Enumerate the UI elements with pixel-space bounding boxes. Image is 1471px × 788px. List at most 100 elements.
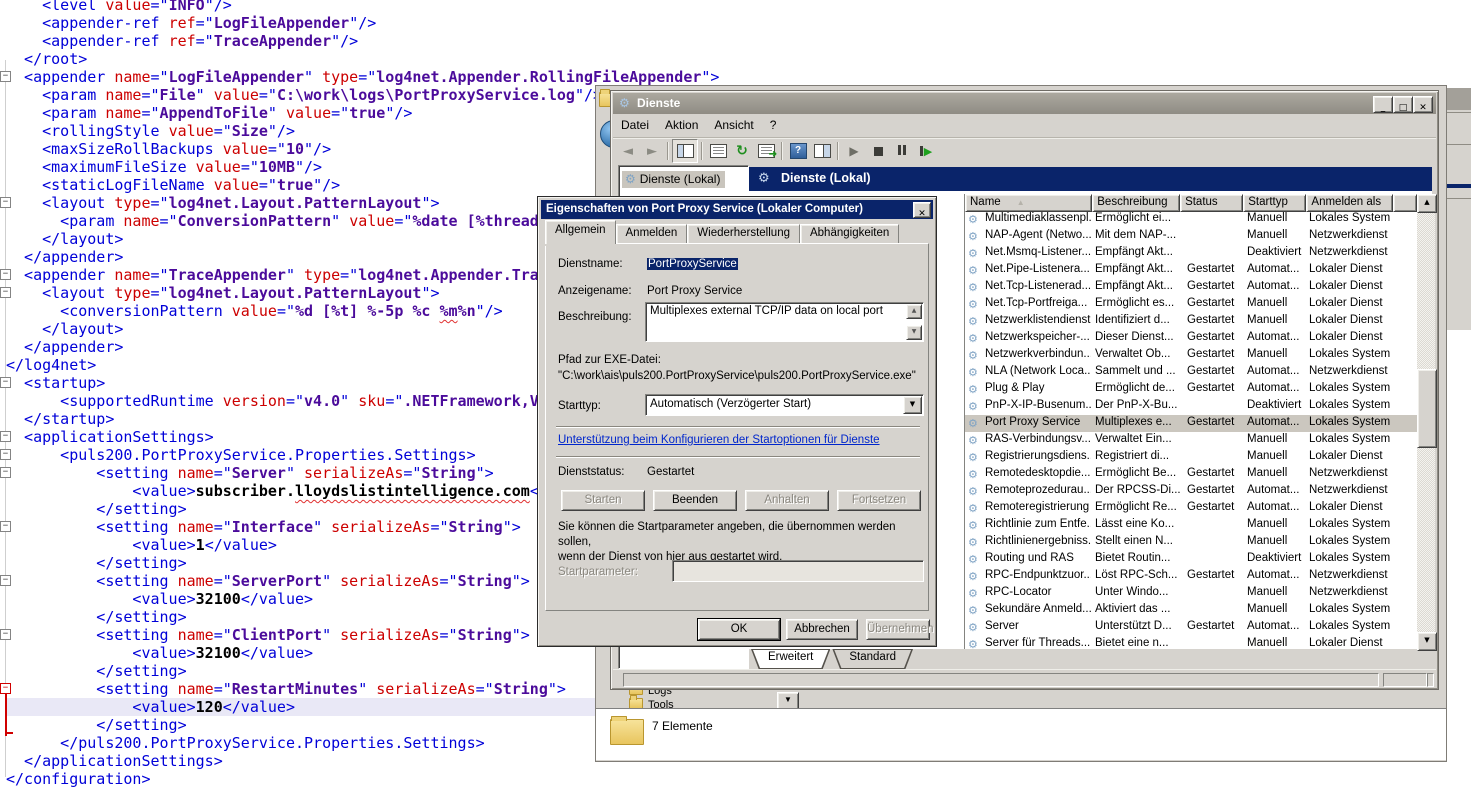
service-row[interactable]: ⚙Net.Tcp-Listenerad...Empfängt Akt...Ges… <box>965 279 1417 296</box>
menu-item-help[interactable]: ? <box>762 114 785 132</box>
service-row[interactable]: ⚙Net.Tcp-Portfreiga...Ermöglicht es...Ge… <box>965 296 1417 313</box>
fold-collapse-icon-changed[interactable]: − <box>0 683 11 694</box>
cell-start: Automat... <box>1247 569 1305 581</box>
view-tab-standard[interactable]: Standard <box>832 649 913 670</box>
forward-icon[interactable]: ► <box>640 140 664 162</box>
help-icon[interactable]: ? <box>786 140 810 162</box>
service-row[interactable]: ⚙PnP-X-IP-Busenum...Der PnP-X-Bu...Deakt… <box>965 398 1417 415</box>
scroll-down-button[interactable]: ▼ <box>1417 632 1437 651</box>
service-row[interactable]: ⚙Richtlinie zum Entfe...Lässt eine Ko...… <box>965 517 1417 534</box>
column-header-starttyp[interactable]: Starttyp <box>1243 194 1306 212</box>
service-row-selected[interactable]: ⚙Port Proxy ServiceMultiplexes e...Gesta… <box>965 415 1417 432</box>
start-service-icon[interactable]: ▶ <box>842 140 866 162</box>
service-row[interactable]: ⚙RPC-Endpunktzuor...Löst RPC-Sch...Gesta… <box>965 568 1417 585</box>
code-line: <puls200.PortProxyService.Properties.Set… <box>6 446 476 464</box>
dialog-titlebar[interactable]: Eigenschaften von Port Proxy Service (Lo… <box>541 200 933 219</box>
service-row[interactable]: ⚙RPC-LocatorUnter Windo...ManuellNetzwer… <box>965 585 1417 602</box>
scroll-down-button[interactable]: ▼ <box>906 325 922 340</box>
menu-item-aktion[interactable]: Aktion <box>657 114 706 132</box>
service-row[interactable]: ⚙Remotedesktopdie...Ermöglicht Be...Gest… <box>965 466 1417 483</box>
startup-type-select[interactable]: Automatisch (Verzögerter Start) ▼ <box>645 394 924 416</box>
fold-collapse-icon[interactable]: − <box>0 449 11 460</box>
service-row[interactable]: ⚙Multimediaklassenpl...Ermöglicht ei...M… <box>965 211 1417 228</box>
service-name-value[interactable]: PortProxyService <box>647 258 738 270</box>
view-tab-label: Erweitert <box>752 650 829 668</box>
stop-service-button[interactable]: Beenden <box>653 490 737 511</box>
export-list-icon[interactable]: ➜ <box>754 140 778 162</box>
close-button[interactable]: ✕ <box>1413 96 1433 113</box>
fold-collapse-icon[interactable]: − <box>0 575 11 586</box>
service-row[interactable]: ⚙NetzwerklistendienstIdentifiziert d...G… <box>965 313 1417 330</box>
service-row[interactable]: ⚙NAP-Agent (Netwo...Mit dem NAP-...Manue… <box>965 228 1417 245</box>
cell-logon: Netzwerkdienst <box>1309 467 1414 479</box>
fold-collapse-icon[interactable]: − <box>0 521 11 532</box>
dialog-tab-wiederherstellung[interactable]: Wiederherstellung <box>687 224 800 244</box>
view-tab-erweitert[interactable]: Erweitert <box>751 649 830 670</box>
service-row[interactable]: ⚙Netzwerkverbindun...Verwaltet Ob...Gest… <box>965 347 1417 364</box>
service-row[interactable]: ⚙Net.Msmq-Listener...Empfängt Akt...Deak… <box>965 245 1417 262</box>
minimize-button[interactable]: _ <box>1373 96 1393 113</box>
dialog-tab-abhängigkeiten[interactable]: Abhängigkeiten <box>800 224 899 244</box>
vertical-scrollbar[interactable]: ▲ ▼ <box>1417 194 1435 649</box>
column-header-beschreibung[interactable]: Beschreibung <box>1092 194 1180 212</box>
service-row[interactable]: ⚙Routing und RASBietet Routin...Deaktivi… <box>965 551 1417 568</box>
dialog-close-button[interactable]: ✕ <box>913 202 931 218</box>
fold-collapse-icon[interactable]: − <box>0 197 11 208</box>
startup-options-help-link[interactable]: Unterstützung beim Konfigurieren der Sta… <box>558 434 880 446</box>
service-row[interactable]: ⚙RemoteregistrierungErmöglicht Re...Gest… <box>965 500 1417 517</box>
service-row[interactable]: ⚙RAS-Verbindungsv...Verwaltet Ein...Manu… <box>965 432 1417 449</box>
refresh-icon[interactable]: ↻ <box>730 140 754 162</box>
services-list[interactable]: Name▲BeschreibungStatusStarttypAnmelden … <box>964 194 1435 649</box>
service-row[interactable]: ⚙Server für Threads...Bietet eine n...Ma… <box>965 636 1417 653</box>
service-row[interactable]: ⚙Registrierungsdiens...Registriert di...… <box>965 449 1417 466</box>
column-header-status[interactable]: Status <box>1180 194 1243 212</box>
pause-service-button[interactable]: Anhalten <box>745 490 829 511</box>
service-row[interactable]: ⚙Sekundäre Anmeld...Aktiviert das ...Man… <box>965 602 1417 619</box>
menu-item-ansicht[interactable]: Ansicht <box>706 114 761 132</box>
start-params-input[interactable] <box>672 560 924 582</box>
back-icon[interactable]: ◄ <box>616 140 640 162</box>
scrollbar-thumb[interactable] <box>1417 369 1437 448</box>
cell-name: Routing und RAS <box>985 552 1091 564</box>
resume-service-button[interactable]: Fortsetzen <box>837 490 921 511</box>
fold-collapse-icon[interactable]: − <box>0 269 11 280</box>
column-header-anmelden-als[interactable]: Anmelden als <box>1306 194 1393 212</box>
column-header-filler[interactable] <box>1393 194 1417 212</box>
chevron-down-icon[interactable]: ▼ <box>903 396 922 414</box>
dialog-tab-anmelden[interactable]: Anmelden <box>616 224 688 244</box>
service-row[interactable]: ⚙Net.Pipe-Listenera...Empfängt Akt...Ges… <box>965 262 1417 279</box>
tree-item-dienste-lokal[interactable]: ⚙Dienste (Lokal) <box>622 171 725 188</box>
service-row[interactable]: ⚙Remoteprozedurau...Der RPCSS-Di...Gesta… <box>965 483 1417 500</box>
service-row[interactable]: ⚙Netzwerkspeicher-...Dieser Dienst...Ges… <box>965 330 1417 347</box>
pause-service-icon[interactable] <box>890 140 914 162</box>
menu-item-datei[interactable]: Datei <box>613 114 657 132</box>
properties-icon[interactable] <box>706 140 730 162</box>
cell-logon: Lokales System <box>1309 620 1414 632</box>
fold-collapse-icon[interactable]: − <box>0 71 11 82</box>
start-service-button[interactable]: Starten <box>561 490 645 511</box>
service-row[interactable]: ⚙Plug & PlayErmöglicht de...GestartetAut… <box>965 381 1417 398</box>
service-row[interactable]: ⚙Richtlinienergebniss...Stellt einen N..… <box>965 534 1417 551</box>
ok-button[interactable]: OK <box>698 619 780 640</box>
titlebar[interactable]: ⚙ Dienste _ □ ✕ <box>613 93 1436 114</box>
fold-collapse-icon[interactable]: − <box>0 431 11 442</box>
dialog-tab-allgemein[interactable]: Allgemein <box>545 220 616 244</box>
fold-collapse-icon[interactable]: − <box>0 629 11 640</box>
fold-collapse-icon[interactable]: − <box>0 377 11 388</box>
fold-collapse-icon[interactable]: − <box>0 287 11 298</box>
maximize-button[interactable]: □ <box>1393 96 1413 113</box>
scroll-up-button[interactable]: ▲ <box>906 304 922 319</box>
fold-collapse-icon[interactable]: − <box>0 467 11 478</box>
stop-service-icon[interactable] <box>866 140 890 162</box>
service-row[interactable]: ⚙NLA (Network Loca...Sammelt und ...Gest… <box>965 364 1417 381</box>
apply-button[interactable]: Übernehmen <box>866 619 930 640</box>
show-console-tree-icon[interactable] <box>672 139 698 163</box>
description-field[interactable]: Multiplexes external TCP/IP data on loca… <box>645 302 924 342</box>
scroll-up-button[interactable]: ▲ <box>1417 194 1437 213</box>
cancel-button[interactable]: Abbrechen <box>786 619 858 640</box>
service-row[interactable]: ⚙ServerUnterstützt D...GestartetAutomat.… <box>965 619 1417 636</box>
restart-service-icon[interactable]: ▶ <box>914 140 938 162</box>
column-header-name[interactable]: Name▲ <box>965 194 1092 212</box>
show-action-pane-icon[interactable] <box>810 140 834 162</box>
start-params-label: Startparameter: <box>558 566 638 578</box>
